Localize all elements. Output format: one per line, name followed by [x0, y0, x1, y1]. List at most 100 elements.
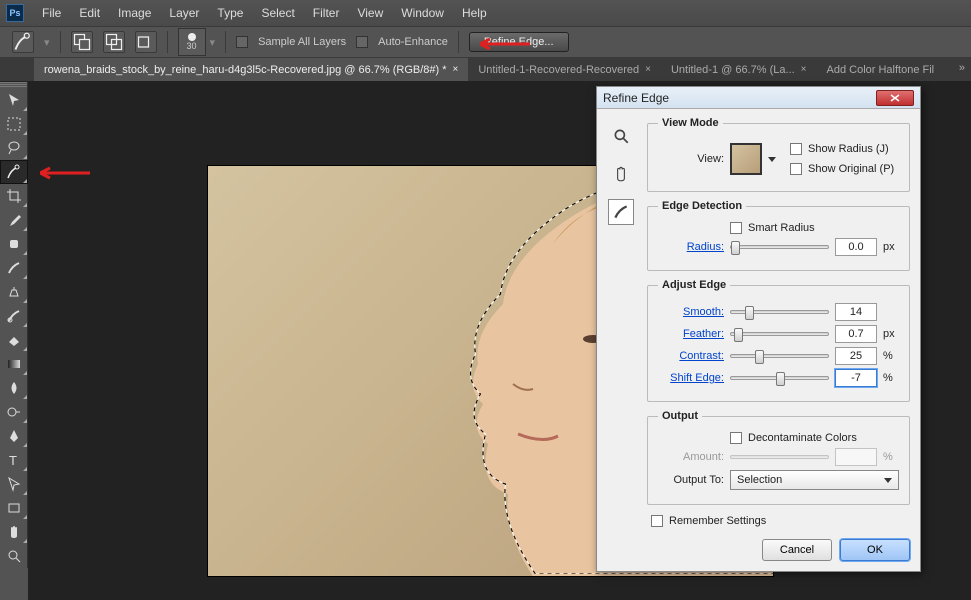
- eyedropper-tool[interactable]: [0, 208, 28, 232]
- shift-edge-input[interactable]: -7: [835, 369, 877, 387]
- tab-document-2[interactable]: Untitled-1-Recovered-Recovered×: [468, 58, 661, 81]
- path-selection-tool[interactable]: [0, 472, 28, 496]
- smooth-slider[interactable]: [730, 310, 829, 314]
- ps-logo-icon: Ps: [6, 4, 24, 22]
- move-tool[interactable]: [0, 88, 28, 112]
- smooth-input[interactable]: 14: [835, 303, 877, 321]
- menu-window[interactable]: Window: [393, 3, 452, 23]
- radius-unit: px: [883, 241, 899, 253]
- hand-tool[interactable]: [0, 520, 28, 544]
- menu-help[interactable]: Help: [454, 3, 495, 23]
- subtract-selection-icon[interactable]: [103, 31, 125, 53]
- svg-text:T: T: [9, 453, 17, 468]
- eraser-tool[interactable]: [0, 328, 28, 352]
- smooth-label[interactable]: Smooth:: [658, 306, 724, 318]
- feather-label[interactable]: Feather:: [658, 328, 724, 340]
- dodge-tool[interactable]: [0, 400, 28, 424]
- zoom-tool-icon[interactable]: [608, 123, 634, 149]
- adjust-edge-group: Adjust Edge Smooth: 14 Feather: 0.7 px C…: [647, 279, 910, 402]
- tools-panel: T: [0, 82, 28, 568]
- chevron-down-icon[interactable]: [768, 157, 776, 162]
- view-mode-group: View Mode View: Show Radius (J) Show Ori…: [647, 117, 910, 192]
- auto-enhance-label: Auto-Enhance: [378, 36, 448, 48]
- decontaminate-label: Decontaminate Colors: [748, 432, 857, 444]
- auto-enhance-checkbox[interactable]: [356, 36, 368, 48]
- pen-tool[interactable]: [0, 424, 28, 448]
- decontaminate-checkbox[interactable]: [730, 432, 742, 444]
- tab-overflow-icon[interactable]: »: [959, 62, 965, 74]
- remember-settings-label: Remember Settings: [669, 515, 766, 527]
- options-bar: ▾ 30 ▾ Sample All Layers Auto-Enhance Re…: [0, 26, 971, 58]
- cancel-button[interactable]: Cancel: [762, 539, 832, 561]
- radius-label[interactable]: Radius:: [658, 241, 724, 253]
- contrast-label[interactable]: Contrast:: [658, 350, 724, 362]
- document-tabs: rowena_braids_stock_by_reine_haru-d4g3l5…: [0, 58, 971, 82]
- feather-input[interactable]: 0.7: [835, 325, 877, 343]
- ok-button[interactable]: OK: [840, 539, 910, 561]
- tab-document-1[interactable]: rowena_braids_stock_by_reine_haru-d4g3l5…: [34, 58, 468, 81]
- close-dialog-button[interactable]: [876, 90, 914, 106]
- type-tool[interactable]: T: [0, 448, 28, 472]
- menu-type[interactable]: Type: [209, 3, 251, 23]
- gradient-tool[interactable]: [0, 352, 28, 376]
- menu-layer[interactable]: Layer: [161, 3, 207, 23]
- brush-size-picker[interactable]: 30: [178, 28, 206, 56]
- refine-edge-button[interactable]: Refine Edge...: [469, 32, 569, 52]
- amount-unit: %: [883, 451, 899, 463]
- dialog-titlebar[interactable]: Refine Edge: [597, 87, 920, 109]
- blur-tool[interactable]: [0, 376, 28, 400]
- close-icon[interactable]: ×: [645, 64, 651, 75]
- tab-document-4[interactable]: Add Color Halftone Fil: [817, 58, 945, 81]
- clone-stamp-tool[interactable]: [0, 280, 28, 304]
- amount-slider: [730, 455, 829, 459]
- shift-edge-slider[interactable]: [730, 376, 829, 380]
- radius-input[interactable]: 0.0: [835, 238, 877, 256]
- contrast-slider[interactable]: [730, 354, 829, 358]
- hand-tool-icon[interactable]: [608, 161, 634, 187]
- rectangle-tool[interactable]: [0, 496, 28, 520]
- menu-view[interactable]: View: [349, 3, 391, 23]
- zoom-tool[interactable]: [0, 544, 28, 568]
- marquee-tool[interactable]: [0, 112, 28, 136]
- feather-unit: px: [883, 328, 899, 340]
- show-radius-checkbox[interactable]: [790, 143, 802, 155]
- output-to-dropdown[interactable]: Selection: [730, 470, 899, 490]
- view-thumbnail[interactable]: [730, 143, 762, 175]
- menu-filter[interactable]: Filter: [305, 3, 348, 23]
- history-brush-tool[interactable]: [0, 304, 28, 328]
- feather-slider[interactable]: [730, 332, 829, 336]
- amount-label: Amount:: [658, 451, 724, 463]
- add-selection-icon[interactable]: [71, 31, 93, 53]
- menubar: Ps File Edit Image Layer Type Select Fil…: [0, 0, 971, 26]
- remember-settings-checkbox[interactable]: [651, 515, 663, 527]
- view-label: View:: [658, 153, 724, 165]
- amount-input: [835, 448, 877, 466]
- close-icon[interactable]: ×: [453, 64, 459, 75]
- menu-edit[interactable]: Edit: [71, 3, 108, 23]
- chevron-down-icon: [884, 478, 892, 483]
- menu-image[interactable]: Image: [110, 3, 159, 23]
- show-radius-label: Show Radius (J): [808, 143, 889, 155]
- quick-selection-tool[interactable]: [0, 160, 28, 184]
- contrast-input[interactable]: 25: [835, 347, 877, 365]
- tab-document-3[interactable]: Untitled-1 @ 66.7% (La...×: [661, 58, 817, 81]
- refine-edge-dialog: Refine Edge View Mode View: Show Radius …: [596, 86, 921, 572]
- show-original-checkbox[interactable]: [790, 163, 802, 175]
- shift-edge-label[interactable]: Shift Edge:: [658, 372, 724, 384]
- brush-tool[interactable]: [0, 256, 28, 280]
- intersect-selection-icon[interactable]: [135, 31, 157, 53]
- healing-brush-tool[interactable]: [0, 232, 28, 256]
- menu-select[interactable]: Select: [253, 3, 302, 23]
- radius-slider[interactable]: [730, 245, 829, 249]
- quick-select-tool-icon[interactable]: [12, 31, 34, 53]
- crop-tool[interactable]: [0, 184, 28, 208]
- sample-all-layers-checkbox[interactable]: [236, 36, 248, 48]
- output-group: Output Decontaminate Colors Amount: % Ou…: [647, 410, 910, 505]
- lasso-tool[interactable]: [0, 136, 28, 160]
- smart-radius-label: Smart Radius: [748, 222, 815, 234]
- smart-radius-checkbox[interactable]: [730, 222, 742, 234]
- refine-radius-tool-icon[interactable]: [608, 199, 634, 225]
- dialog-title-text: Refine Edge: [603, 91, 669, 105]
- close-icon[interactable]: ×: [801, 64, 807, 75]
- menu-file[interactable]: File: [34, 3, 69, 23]
